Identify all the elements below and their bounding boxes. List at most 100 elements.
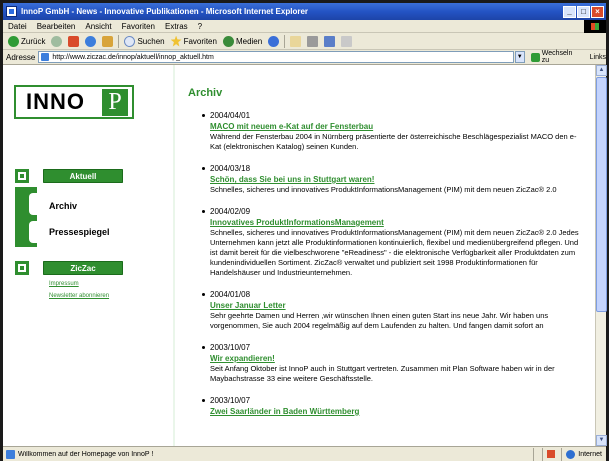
- entry-date: 2004/03/18: [210, 164, 251, 173]
- sidebar-background: [3, 65, 175, 446]
- zone-cell: Internet: [561, 447, 606, 461]
- nav-archiv[interactable]: Archiv: [49, 201, 77, 211]
- security-icon: [547, 450, 556, 458]
- toolbar-separator: [284, 34, 286, 48]
- search-label: Suchen: [137, 36, 165, 46]
- menu-help[interactable]: ?: [193, 22, 207, 31]
- entry-title-link[interactable]: Wir expandieren!: [210, 354, 584, 363]
- page-icon: [41, 53, 50, 61]
- entry-title-link[interactable]: Unser Januar Letter: [210, 301, 584, 310]
- maximize-button[interactable]: □: [577, 5, 590, 18]
- forward-arrow-icon: [51, 35, 63, 47]
- home-button[interactable]: [99, 34, 116, 49]
- page-status-icon: [6, 449, 15, 459]
- entry-title-link[interactable]: Zwei Saarländer in Baden Württemberg: [210, 407, 584, 416]
- menu-bearbeiten[interactable]: Bearbeiten: [32, 22, 81, 31]
- entry-description: Während der Fensterbau 2004 in Nürnberg …: [210, 132, 577, 151]
- links-button[interactable]: Links: [590, 54, 606, 61]
- entry-title-link[interactable]: MACO mit neuem e-Kat auf der Fensterbau: [210, 122, 584, 131]
- edit-button[interactable]: [321, 34, 338, 49]
- entry-description: Seit Anfang Oktober ist InnoP auch in St…: [210, 364, 555, 383]
- back-arrow-icon: [8, 35, 19, 47]
- scroll-thumb[interactable]: [596, 77, 607, 312]
- stop-button[interactable]: [65, 34, 82, 49]
- address-dropdown[interactable]: ▼: [514, 51, 525, 63]
- print-button[interactable]: [304, 34, 321, 49]
- browser-window: InnoP GmbH - News - Innovative Publikati…: [0, 0, 609, 461]
- favorites-label: Favoriten: [183, 36, 217, 46]
- menu-ansicht[interactable]: Ansicht: [80, 22, 116, 31]
- newsletter-link[interactable]: Newsletter abonnieren: [49, 293, 109, 299]
- refresh-button[interactable]: [82, 34, 99, 49]
- search-button[interactable]: Suchen: [121, 34, 167, 49]
- forward-button[interactable]: [48, 34, 65, 49]
- refresh-icon: [85, 35, 97, 47]
- nav-pressespiegel[interactable]: Pressespiegel: [49, 227, 110, 237]
- favorites-button[interactable]: Favoriten: [168, 34, 220, 49]
- history-icon: [268, 35, 280, 47]
- scroll-up-icon[interactable]: ▲: [596, 65, 607, 76]
- history-button[interactable]: [265, 34, 282, 49]
- close-button[interactable]: ×: [591, 5, 604, 18]
- entry-description: Sehr geehrte Damen und Herren ,wir wünsc…: [210, 311, 549, 330]
- innop-logo[interactable]: INNO P: [14, 85, 134, 119]
- media-icon: [222, 35, 234, 47]
- zone-label: Internet: [578, 450, 602, 458]
- internet-zone-icon: [566, 449, 576, 459]
- menu-datei[interactable]: Datei: [3, 22, 32, 31]
- go-arrow-icon: [530, 52, 540, 62]
- go-button[interactable]: Wechseln zu: [530, 50, 582, 64]
- entry-description: Schnelles, sicheres und innovatives Prod…: [210, 228, 579, 277]
- logo-text: INNO: [26, 89, 85, 114]
- nav-bracket-decoration: [15, 187, 37, 247]
- star-icon: [170, 35, 182, 47]
- minimize-button[interactable]: _: [563, 5, 576, 18]
- address-url: http://www.ziczac.de/innop/aktuell/innop…: [52, 53, 214, 61]
- menu-favoriten[interactable]: Favoriten: [117, 22, 160, 31]
- mail-icon: [290, 35, 302, 47]
- entry-date: 2004/04/01: [210, 111, 251, 120]
- stop-icon: [68, 35, 80, 47]
- list-item: 2004/03/18 Schön, dass Sie bei uns in St…: [202, 164, 584, 195]
- ziczac-icon: [15, 261, 29, 275]
- status-text: Willkommen auf der Homepage von InnoP !: [18, 450, 154, 458]
- address-bar: Adresse http://www.ziczac.de/innop/aktue…: [3, 50, 606, 65]
- menu-extras[interactable]: Extras: [160, 22, 193, 31]
- page-title: Archiv: [188, 87, 223, 99]
- scroll-down-icon[interactable]: ▼: [596, 435, 607, 446]
- vertical-scrollbar[interactable]: ▲ ▼: [595, 65, 607, 446]
- status-bar: Willkommen auf der Homepage von InnoP ! …: [3, 446, 606, 461]
- window-title: InnoP GmbH - News - Innovative Publikati…: [21, 7, 308, 16]
- toolbar-separator: [118, 34, 120, 48]
- home-icon: [102, 35, 114, 47]
- nav-aktuell-button[interactable]: Aktuell: [43, 169, 123, 183]
- window-controls: _ □ ×: [563, 5, 604, 18]
- discuss-icon: [341, 35, 353, 47]
- back-button[interactable]: Zurück: [5, 34, 48, 49]
- entry-title-link[interactable]: Schön, dass Sie bei uns in Stuttgart war…: [210, 175, 584, 184]
- logo-p: P: [102, 89, 128, 116]
- sidebar: INNO P Aktuell Archiv Pressespiegel ZicZ…: [3, 65, 175, 446]
- entry-date: 2004/02/09: [210, 207, 251, 216]
- address-input[interactable]: http://www.ziczac.de/innop/aktuell/innop…: [38, 51, 514, 63]
- impressum-link[interactable]: Impressum: [49, 281, 79, 287]
- media-button[interactable]: Medien: [220, 34, 265, 49]
- list-item: 2004/04/01 MACO mit neuem e-Kat auf der …: [202, 111, 584, 152]
- main-content: Archiv 2004/04/01 MACO mit neuem e-Kat a…: [188, 65, 588, 446]
- nav-ziczac-button[interactable]: ZicZac: [43, 261, 123, 275]
- entry-description: Schnelles, sicheres und innovatives Prod…: [210, 185, 557, 194]
- print-icon: [307, 35, 319, 47]
- back-label: Zurück: [21, 36, 46, 46]
- title-bar: InnoP GmbH - News - Innovative Publikati…: [3, 3, 606, 20]
- entry-date: 2003/10/07: [210, 343, 251, 352]
- list-item: 2004/02/09 Innovatives ProduktInformatio…: [202, 207, 584, 278]
- go-label: Wechseln zu: [541, 50, 573, 64]
- entry-date: 2003/10/07: [210, 396, 251, 405]
- entry-title-link[interactable]: Innovatives ProduktInformationsManagemen…: [210, 218, 584, 227]
- discuss-button[interactable]: [338, 34, 355, 49]
- page-viewport: INNO P Aktuell Archiv Pressespiegel ZicZ…: [3, 65, 595, 446]
- windows-logo-icon: [584, 20, 606, 33]
- entry-date: 2004/01/08: [210, 290, 251, 299]
- address-label: Adresse: [6, 52, 36, 62]
- mail-button[interactable]: [287, 34, 304, 49]
